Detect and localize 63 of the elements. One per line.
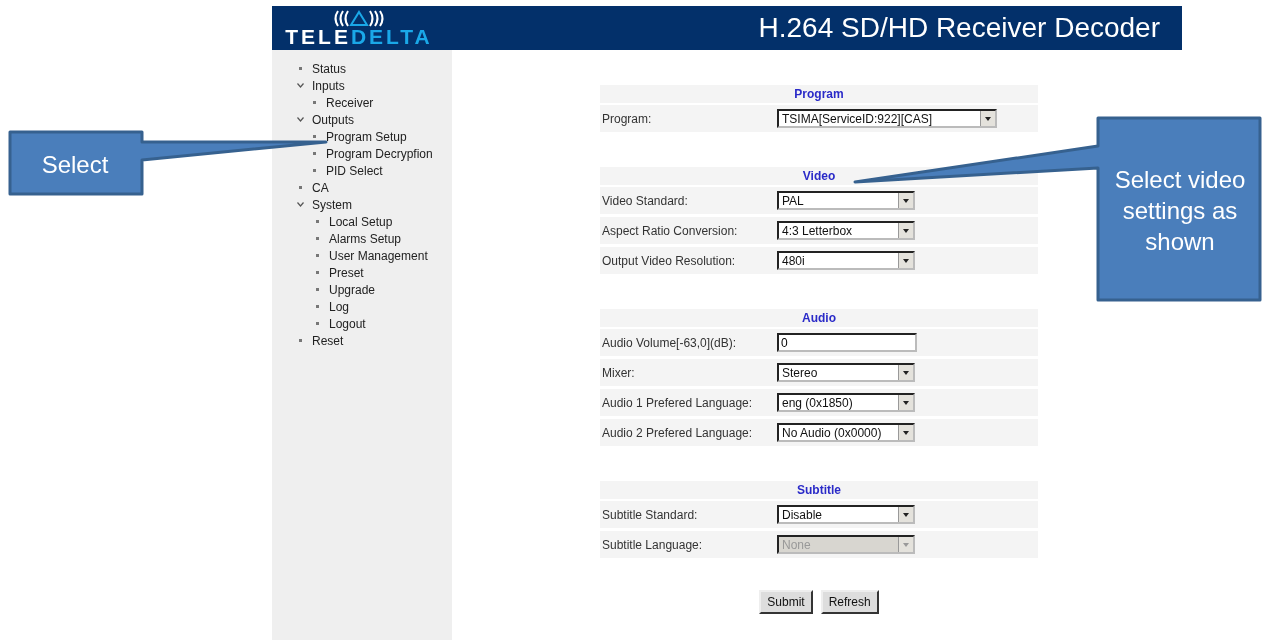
- dropdown[interactable]: 4:3 Letterbox: [777, 221, 915, 240]
- field-label: Subtitle Language:: [601, 537, 704, 552]
- form-button[interactable]: Submit: [759, 590, 813, 614]
- bullet-icon: [315, 254, 319, 257]
- bullet-icon: [315, 237, 319, 240]
- nav-link[interactable]: System: [312, 197, 352, 212]
- dropdown[interactable]: Disable: [777, 505, 915, 524]
- nav-link[interactable]: Outputs: [312, 112, 355, 127]
- bullet-icon: [312, 135, 316, 138]
- bullet-icon: [315, 288, 319, 291]
- section-title: Audio: [802, 311, 836, 325]
- nav-link[interactable]: Upgrade: [329, 282, 376, 297]
- nav-link[interactable]: Reset: [312, 333, 344, 348]
- field-label: Subtitle Standard:: [601, 507, 699, 522]
- field-label: Audio 1 Prefered Language:: [601, 395, 754, 410]
- dropdown[interactable]: 480i: [777, 251, 915, 270]
- nav-link[interactable]: Receiver: [326, 95, 374, 110]
- page-title: H.264 SD/HD Receiver Decoder: [758, 12, 1160, 44]
- logo-text: TELEDELTA: [285, 26, 433, 47]
- bullet-icon: [298, 186, 302, 189]
- callout-text: Select: [40, 149, 110, 180]
- callout-text: Select video settings as shown: [1113, 164, 1247, 257]
- dropdown[interactable]: TSIMA[ServiceID:922][CAS]: [777, 109, 997, 128]
- chevron-down-icon[interactable]: [296, 83, 304, 88]
- nav-link[interactable]: Alarms Setup: [329, 231, 402, 246]
- field-label: Video Standard:: [601, 193, 689, 208]
- dropdown[interactable]: eng (0x1850): [777, 393, 915, 412]
- nav-link[interactable]: Log: [329, 299, 350, 314]
- bullet-icon: [315, 305, 319, 308]
- bullet-icon: [315, 271, 319, 274]
- nav-link[interactable]: Preset: [329, 265, 364, 280]
- bullet-icon: [298, 339, 302, 342]
- nav-link[interactable]: Inputs: [312, 78, 345, 93]
- field-label: Aspect Ratio Conversion:: [601, 223, 739, 238]
- nav-link[interactable]: Logout: [329, 316, 366, 331]
- field-label: Output Video Resolution:: [601, 253, 737, 268]
- bullet-icon: [315, 220, 319, 223]
- bullet-icon: [312, 169, 316, 172]
- nav-link[interactable]: Program Setup: [326, 129, 407, 144]
- field-label: Program:: [601, 111, 653, 126]
- section-title: Video: [802, 169, 836, 183]
- chevron-down-icon[interactable]: [296, 202, 304, 207]
- dropdown[interactable]: Stereo: [777, 363, 915, 382]
- field-label: Audio 2 Prefered Language:: [601, 425, 754, 440]
- nav-link[interactable]: User Management: [329, 248, 428, 263]
- nav-link[interactable]: Local Setup: [329, 214, 393, 229]
- input-field[interactable]: 0: [777, 333, 917, 352]
- bullet-icon: [312, 101, 316, 104]
- bullet-icon: [315, 322, 319, 325]
- bullet-icon: [312, 152, 316, 155]
- field-label: Audio Volume[-63,0](dB):: [601, 335, 738, 350]
- field-label: Mixer:: [601, 365, 636, 380]
- form-button[interactable]: Refresh: [820, 590, 879, 614]
- chevron-down-icon[interactable]: [296, 117, 304, 122]
- bullet-icon: [298, 67, 302, 70]
- nav-link[interactable]: Program Decrypfion: [326, 146, 433, 161]
- dropdown[interactable]: No Audio (0x0000): [777, 423, 915, 442]
- nav-link[interactable]: Status: [312, 61, 347, 76]
- section-title: Subtitle: [797, 483, 841, 497]
- nav-link[interactable]: PID Select: [326, 163, 383, 178]
- nav-link[interactable]: CA: [312, 180, 329, 195]
- dropdown[interactable]: PAL: [777, 191, 915, 210]
- section-title: Program: [794, 87, 844, 101]
